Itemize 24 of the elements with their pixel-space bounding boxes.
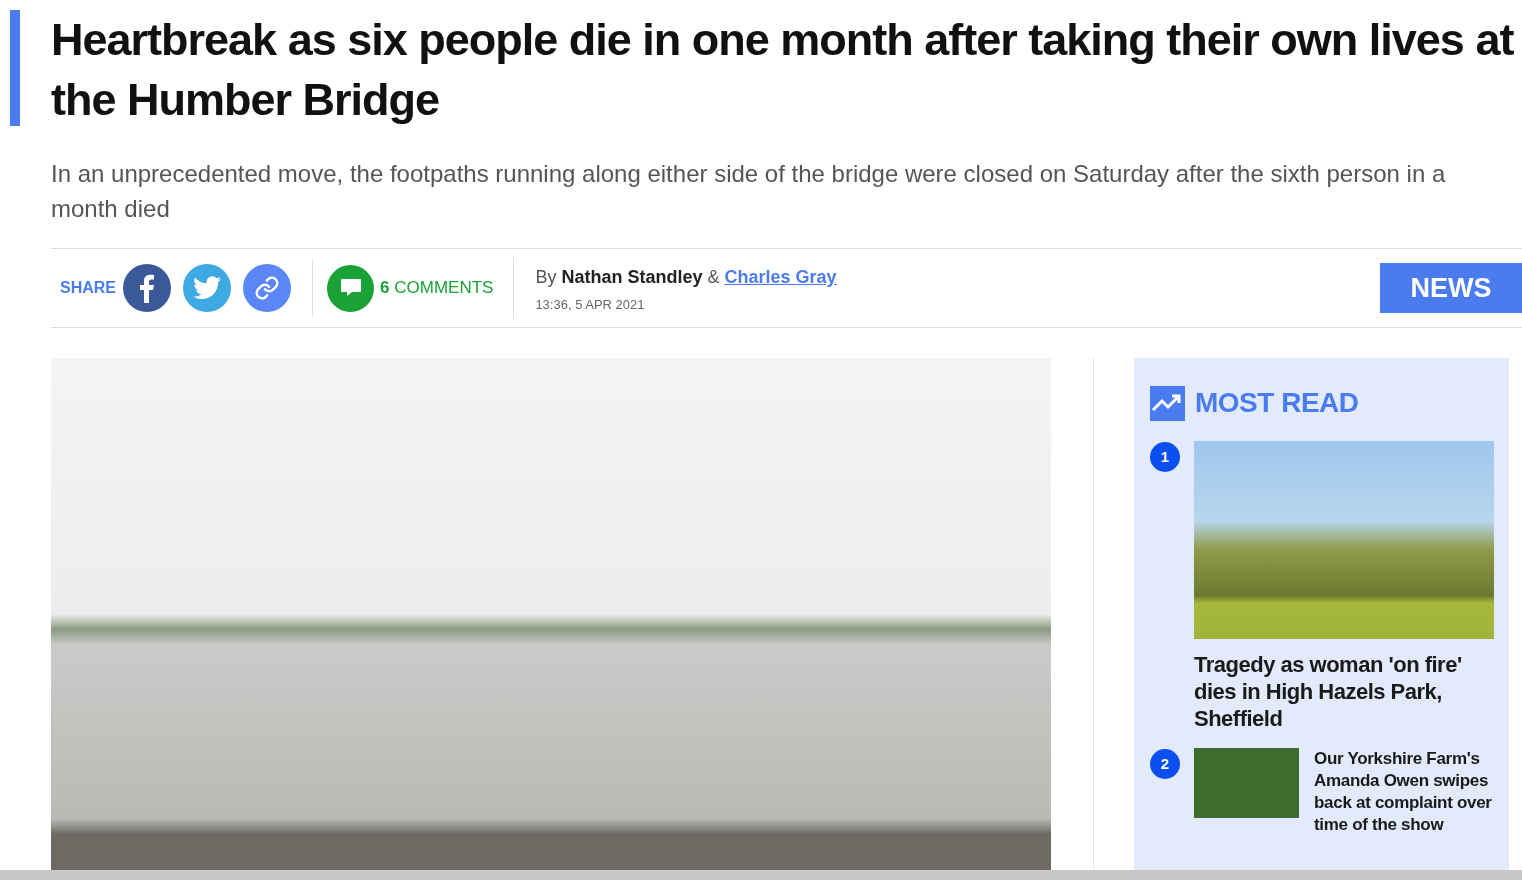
- twitter-share-button[interactable]: [183, 264, 231, 312]
- rank-badge: 1: [1150, 442, 1180, 472]
- article-link[interactable]: Tragedy as woman 'on fire' dies in High Hazels Park, Sheffield: [1194, 651, 1494, 732]
- section-tag[interactable]: NEWS: [1380, 263, 1522, 313]
- bird-icon: [193, 276, 221, 300]
- share-label: SHARE: [60, 278, 116, 298]
- article-link[interactable]: Our Yorkshire Farm's Amanda Owen swipes back at complaint over time of the show: [1314, 748, 1493, 836]
- facebook-icon: [139, 273, 155, 303]
- rank-badge: 2: [1150, 749, 1180, 779]
- author-name: Nathan Standley: [561, 265, 703, 289]
- byline-prefix: By: [535, 265, 557, 289]
- most-read-heading: MOST READ: [1195, 386, 1359, 420]
- publish-timestamp: 13:36, 5 APR 2021: [535, 295, 646, 314]
- copy-link-button[interactable]: [243, 264, 291, 312]
- article-standfirst: In an unprecedented move, the footpaths running along either side of the bridge were closed on Saturday after the sixth person in a month died: [51, 159, 1447, 224]
- article-headline: Heartbreak as six people die in one month after taking their own lives at the Humber Bridge: [51, 13, 1515, 127]
- facebook-share-button[interactable]: [123, 264, 171, 312]
- byline-joiner: &: [707, 265, 720, 289]
- speech-bubble-icon: [327, 264, 374, 312]
- link-icon: [254, 275, 280, 301]
- comments-button[interactable]: 6 COMMENTS: [327, 264, 494, 312]
- trending-chart-icon: [1150, 385, 1185, 421]
- author-link[interactable]: Charles Gray: [724, 263, 837, 291]
- horizontal-scrollbar[interactable]: [0, 870, 1522, 880]
